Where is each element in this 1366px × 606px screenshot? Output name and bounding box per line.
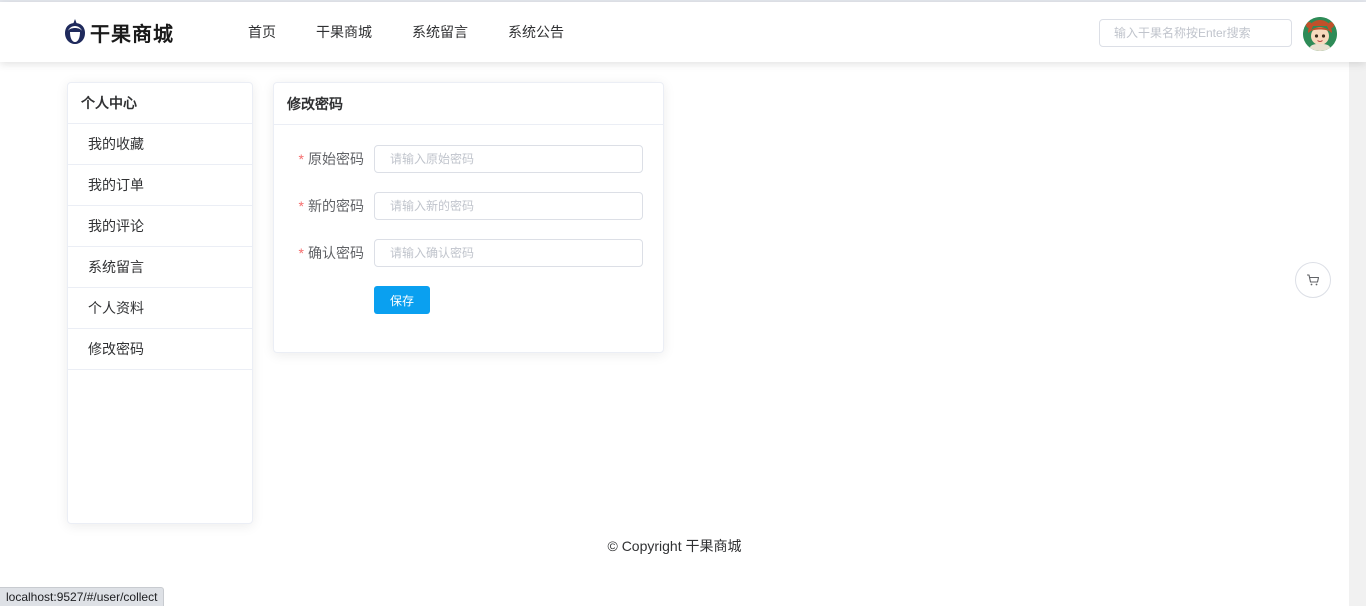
required-mark: * — [298, 151, 304, 167]
sidebar-item-favorites[interactable]: 我的收藏 — [68, 124, 252, 165]
new-password-label: * 新的密码 — [298, 198, 364, 214]
old-password-input[interactable] — [374, 145, 643, 173]
nav-item-shop[interactable]: 干果商城 — [316, 22, 372, 42]
form-row-confirm-password: * 确认密码 — [274, 239, 665, 267]
logo[interactable]: 干果商城 — [64, 17, 174, 47]
sidebar-title: 个人中心 — [68, 83, 252, 124]
sidebar-item-orders[interactable]: 我的订单 — [68, 165, 252, 206]
form-row-old-password: * 原始密码 — [274, 145, 665, 173]
nav-item-home[interactable]: 首页 — [248, 22, 276, 42]
sidebar-item-profile[interactable]: 个人资料 — [68, 288, 252, 329]
footer-copyright: © Copyright 干果商城 — [607, 538, 742, 554]
cart-icon — [1307, 274, 1320, 286]
main-nav: 首页 干果商城 系统留言 系统公告 — [248, 2, 604, 62]
nav-item-announcements[interactable]: 系统公告 — [508, 22, 564, 42]
status-bar-url: localhost:9527/#/user/collect — [0, 587, 165, 606]
form-row-new-password: * 新的密码 — [274, 192, 665, 220]
nav-item-messages[interactable]: 系统留言 — [412, 22, 468, 42]
sidebar-item-messages[interactable]: 系统留言 — [68, 247, 252, 288]
new-password-input[interactable] — [374, 192, 643, 220]
change-password-card: 修改密码 * 原始密码 * 新的密码 * 确认密码 保存 — [273, 82, 664, 353]
cart-button[interactable] — [1295, 262, 1331, 298]
user-avatar[interactable] — [1303, 17, 1337, 51]
acorn-icon — [65, 19, 85, 44]
logo-text: 干果商城 — [90, 23, 174, 46]
search-input[interactable] — [1099, 19, 1292, 47]
required-mark: * — [298, 245, 304, 261]
sidebar-item-comments[interactable]: 我的评论 — [68, 206, 252, 247]
card-title: 修改密码 — [274, 83, 663, 125]
confirm-password-input[interactable] — [374, 239, 643, 267]
confirm-password-label: * 确认密码 — [298, 245, 364, 261]
sidebar-item-change-password[interactable]: 修改密码 — [68, 329, 252, 370]
header: 干果商城 首页 干果商城 系统留言 系统公告 — [0, 2, 1366, 62]
user-center-sidebar: 个人中心 我的收藏 我的订单 我的评论 系统留言 个人资料 修改密码 — [67, 82, 253, 524]
required-mark: * — [298, 198, 304, 214]
old-password-label: * 原始密码 — [298, 151, 364, 167]
save-button[interactable]: 保存 — [374, 286, 430, 314]
page-scrollbar[interactable] — [1349, 62, 1366, 606]
